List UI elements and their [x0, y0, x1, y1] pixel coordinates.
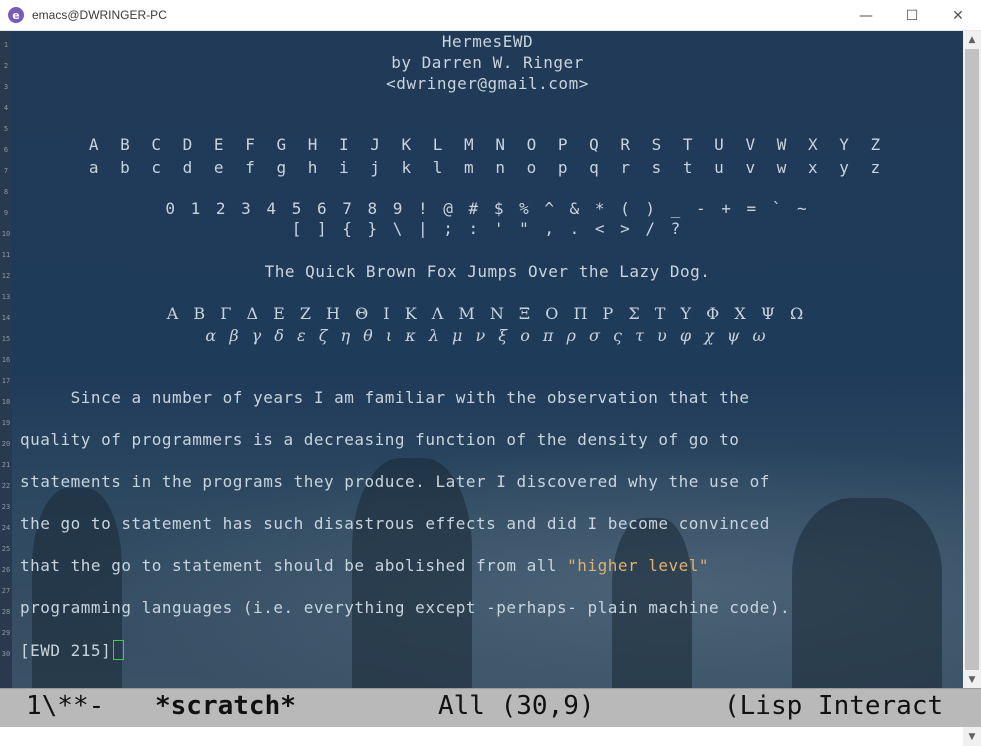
paragraph-text: that the go to statement should be aboli… — [20, 556, 568, 575]
citation: [EWD 215] — [20, 641, 112, 660]
line-number: 14 — [1, 314, 11, 322]
line-number: 26 — [1, 566, 11, 574]
line-number: 27 — [1, 587, 11, 595]
modeline-buffer-name[interactable]: *scratch* — [155, 691, 296, 721]
window-title: emacs@DWRINGER-PC — [32, 8, 167, 22]
line-number: 9 — [3, 209, 9, 217]
text-cursor — [113, 640, 125, 660]
uppercase-alphabet: A B C D E F G H I J K L M N O P Q R S T … — [88, 135, 887, 154]
scroll-down-arrow-icon[interactable]: ▼ — [963, 727, 981, 746]
line-number: 13 — [1, 293, 11, 301]
line-number: 22 — [1, 482, 11, 490]
line-number: 2 — [3, 62, 9, 70]
line-number: 25 — [1, 545, 11, 553]
line-number: 19 — [1, 419, 11, 427]
string-literal: "higher level" — [567, 556, 710, 575]
window-titlebar[interactable]: e emacs@DWRINGER-PC — ☐ ✕ — [0, 0, 981, 31]
paragraph-line: [EWD 215] — [20, 640, 125, 660]
line-number: 1 — [3, 41, 9, 49]
scroll-thumb[interactable] — [965, 49, 979, 670]
paragraph-line: programming languages (i.e. everything e… — [20, 598, 791, 617]
background-tree — [792, 498, 942, 688]
line-number: 23 — [1, 503, 11, 511]
greek-lowercase: α β γ δ ε ζ η θ ι κ λ μ ν ξ ο π ρ σ ς τ … — [205, 326, 770, 345]
line-number: 3 — [3, 83, 9, 91]
scroll-up-arrow-icon[interactable]: ▲ — [963, 31, 981, 48]
mode-line[interactable]: 1\**- *scratch* All (30,9) (Lisp Interac… — [0, 688, 981, 727]
digits-symbols: 0 1 2 3 4 5 6 7 8 9 ! @ # $ % ^ & * ( ) … — [165, 199, 810, 218]
line-number: 20 — [1, 440, 11, 448]
emacs-icon: e — [8, 7, 24, 23]
emacs-frame: 1 2 3 4 5 6 7 8 9 10 11 12 13 14 15 16 17 18 19 20 21 22 23 24 2… — [0, 31, 981, 746]
line-number: 12 — [1, 272, 11, 280]
line-number: 6 — [3, 146, 9, 154]
line-number: 30 — [1, 650, 11, 658]
paragraph-line: Since a number of years I am familiar wi… — [20, 388, 750, 407]
window-controls: — ☐ ✕ — [843, 0, 981, 31]
line-number: 24 — [1, 524, 11, 532]
paragraph-line: quality of programmers is a decreasing f… — [20, 430, 740, 449]
minimize-button[interactable]: — — [843, 0, 889, 31]
line-number: 29 — [1, 629, 11, 637]
editor-buffer[interactable]: HermesEWD by Darren W. Ringer <dwringer@… — [12, 31, 963, 688]
heading-title: HermesEWD — [441, 32, 534, 51]
maximize-button[interactable]: ☐ — [889, 0, 935, 31]
modeline-status: 1\**- — [26, 691, 105, 721]
modeline-position: All (30,9) — [438, 691, 595, 721]
pangram: The Quick Brown Fox Jumps Over the Lazy … — [264, 262, 711, 281]
line-number: 4 — [3, 104, 9, 112]
line-number: 17 — [1, 377, 11, 385]
line-number: 7 — [3, 167, 9, 175]
scroll-down-arrow-icon[interactable]: ▼ — [963, 671, 981, 688]
vertical-scrollbar[interactable]: ▲ ▼ — [963, 31, 981, 688]
heading-email: <dwringer@gmail.com> — [386, 74, 589, 93]
paragraph-line: statements in the programs they produce.… — [20, 472, 770, 491]
line-number: 11 — [1, 251, 11, 259]
line-number: 10 — [1, 230, 11, 238]
line-number: 15 — [1, 335, 11, 343]
paragraph-line: the go to statement has such disastrous … — [20, 514, 770, 533]
bracket-symbols: [ ] { } \ | ; : ' " , . < > / ? — [291, 219, 684, 238]
greek-uppercase: Α Β Γ Δ Ε Ζ Η Θ Ι Κ Λ Μ Ν Ξ Ο Π Ρ Σ Τ Υ … — [166, 304, 809, 323]
modeline-major-mode[interactable]: (Lisp Interact — [724, 691, 943, 721]
line-number: 8 — [3, 188, 9, 196]
minibuffer[interactable] — [0, 727, 963, 746]
lowercase-alphabet: a b c d e f g h i j k l m n o p q r s t … — [88, 158, 887, 177]
line-number: 5 — [3, 125, 9, 133]
heading-author: by Darren W. Ringer — [391, 53, 584, 72]
close-button[interactable]: ✕ — [935, 0, 981, 31]
line-number: 18 — [1, 398, 11, 406]
line-number-fringe: 1 2 3 4 5 6 7 8 9 10 11 12 13 14 15 16 17 18 19 20 21 22 23 24 2… — [0, 31, 12, 688]
line-number: 21 — [1, 461, 11, 469]
paragraph-line: that the go to statement should be aboli… — [20, 556, 709, 575]
line-number: 16 — [1, 356, 11, 364]
line-number: 28 — [1, 608, 11, 616]
